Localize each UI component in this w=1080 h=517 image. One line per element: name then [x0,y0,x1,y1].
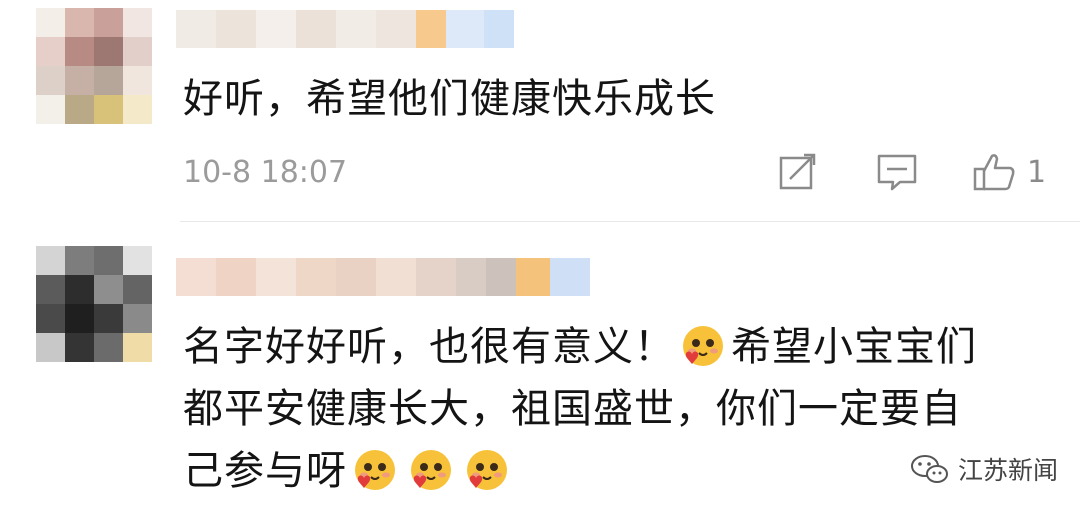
username[interactable] [176,10,514,48]
repost-icon [779,153,816,190]
blush-heart-emoji [467,450,507,490]
repost-button[interactable] [778,150,818,194]
comment-line-text: 名字好好听，也很有意义！ [183,324,675,370]
comment-line-3: 己参与呀 [183,440,977,502]
comment-text: 名字好好听，也很有意义！ 希望小宝宝们 都平安健康长大，祖国盛世，你们一定要自 … [183,316,977,502]
comment-line-text: 己参与呀 [183,448,347,494]
timestamp: 10-8 18:07 [183,155,348,190]
comment-button[interactable] [876,150,918,194]
avatar[interactable] [36,246,152,362]
comment-icon [877,154,917,191]
blush-heart-emoji [411,450,451,490]
like-icon [973,154,1015,191]
comment-item: 好听，希望他们健康快乐成长 10-8 18:07 1 [0,0,1080,222]
blush-heart-emoji [683,326,723,366]
watermark: 江苏新闻 [910,451,1058,487]
comment-text: 好听，希望他们健康快乐成长 [183,76,716,122]
wechat-icon [910,455,948,483]
blush-heart-emoji [355,450,395,490]
like-button[interactable]: 1 [973,150,1046,194]
comment-line-1: 名字好好听，也很有意义！ 希望小宝宝们 [183,316,977,378]
username[interactable] [176,258,590,296]
avatar[interactable] [36,8,152,124]
watermark-text: 江苏新闻 [957,456,1058,485]
like-count: 1 [1027,154,1047,190]
comment-line-2: 都平安健康长大，祖国盛世，你们一定要自 [183,386,962,432]
comment-line-text: 希望小宝宝们 [731,324,977,370]
